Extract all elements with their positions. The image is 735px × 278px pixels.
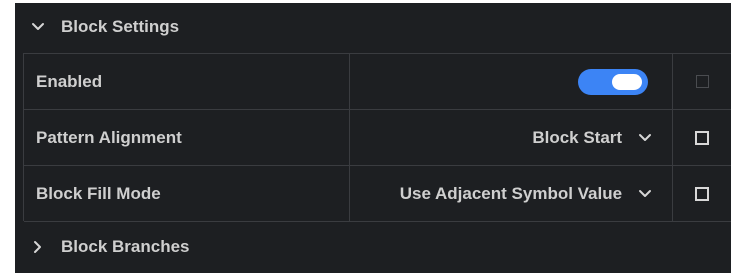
pattern-alignment-override-checkbox[interactable] (695, 130, 710, 145)
checkbox-cell (673, 110, 731, 165)
block-fill-mode-value-cell: Use Adjacent Symbol Value (350, 166, 674, 221)
checkbox-cell (673, 54, 731, 109)
block-fill-mode-override-checkbox[interactable] (695, 186, 710, 201)
chevron-right-icon (29, 238, 47, 256)
settings-row-enabled: Enabled (24, 54, 731, 110)
toggle-knob (612, 73, 643, 90)
enabled-toggle[interactable] (578, 68, 649, 95)
dropdown-value: Block Start (532, 127, 623, 147)
settings-row-block-fill-mode: Block Fill Mode Use Adjacent Symbol Valu… (24, 166, 731, 222)
block-settings-label: Block Settings (61, 17, 180, 36)
chevron-down-icon (636, 129, 654, 147)
pattern-alignment-value-cell: Block Start (350, 110, 674, 165)
settings-row-pattern-alignment: Pattern Alignment Block Start (24, 110, 731, 166)
row-label: Pattern Alignment (24, 110, 350, 165)
properties-panel: Block Settings Enabled Pattern Alignment… (15, 3, 731, 273)
chevron-down-icon (636, 185, 654, 203)
block-settings-header[interactable]: Block Settings (15, 3, 731, 51)
block-branches-header[interactable]: Block Branches (15, 221, 731, 273)
dropdown-value: Use Adjacent Symbol Value (399, 183, 623, 203)
row-label: Enabled (24, 54, 350, 109)
enabled-value-cell (350, 54, 674, 109)
block-branches-label: Block Branches (61, 237, 190, 256)
pattern-alignment-dropdown[interactable]: Block Start (532, 128, 654, 148)
enabled-override-checkbox[interactable] (695, 75, 709, 88)
settings-grid: Enabled Pattern Alignment Block Start Bl… (23, 53, 731, 222)
checkbox-cell (673, 166, 731, 221)
block-fill-mode-dropdown[interactable]: Use Adjacent Symbol Value (400, 184, 654, 204)
chevron-down-icon (29, 18, 47, 36)
row-label: Block Fill Mode (24, 166, 350, 221)
